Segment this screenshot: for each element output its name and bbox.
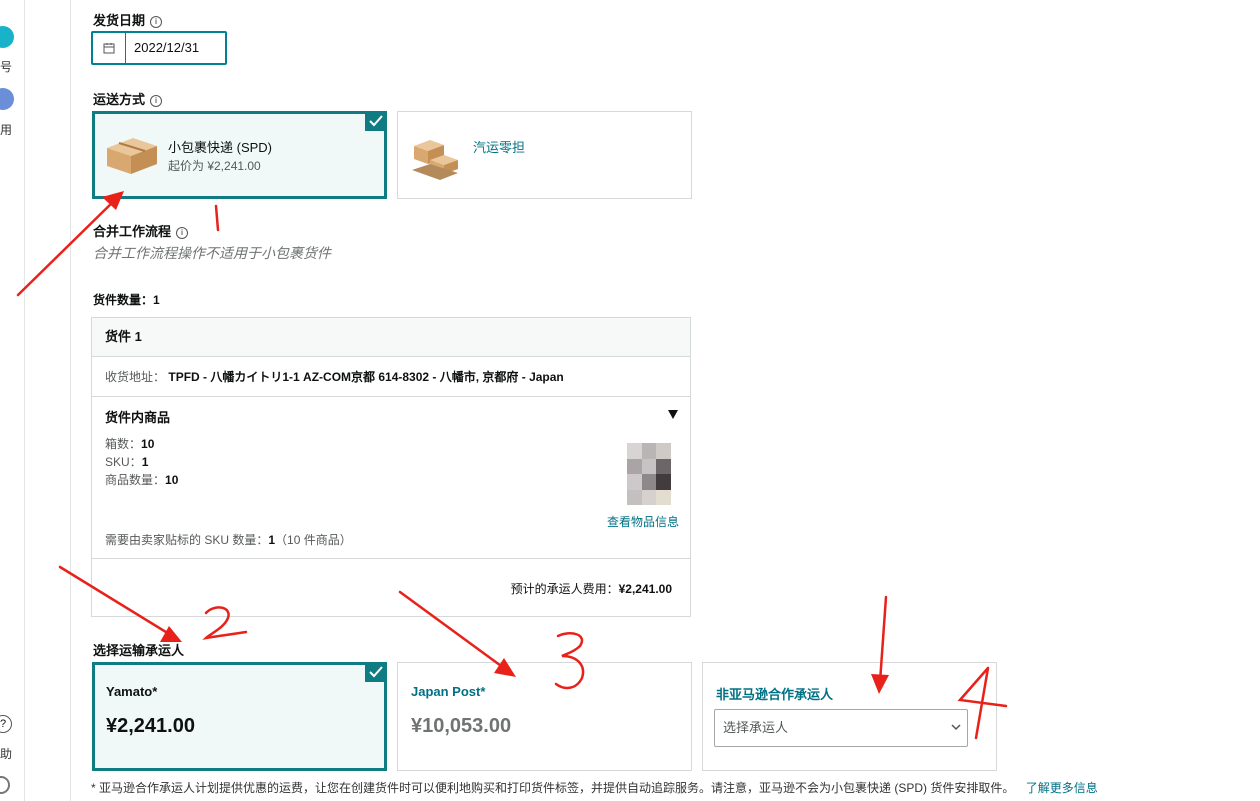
info-icon[interactable]: i	[150, 16, 163, 28]
ltl-option-card[interactable]: 汽运零担	[397, 111, 692, 199]
shipping-method-label: 运送方式	[93, 92, 146, 107]
checkmark-icon	[365, 662, 387, 682]
shipping-method-heading: 运送方式 i	[93, 89, 163, 108]
left-sidebar: 号 用 ? 助	[0, 0, 25, 801]
japan-post-price: ¥10,053.00	[411, 715, 512, 737]
shipment-count: 货件数量：1	[93, 291, 160, 308]
shipment-address: 收货地址： TPFD - 八幡カイトリ1-1 AZ-COM京都 614-8302…	[105, 368, 564, 385]
annotation-mark-1	[214, 204, 220, 232]
learn-more-link[interactable]: 了解更多信息	[1026, 781, 1098, 795]
contents-label: 货件内商品	[105, 410, 171, 425]
boxes-label: 箱数：	[105, 437, 142, 451]
estimate-label: 预计的承运人费用：	[510, 582, 619, 596]
japan-post-name: Japan Post*	[411, 684, 486, 699]
settings-icon[interactable]	[0, 776, 10, 794]
ship-date-label: 发货日期	[93, 13, 146, 28]
units-row: 商品数量：10	[105, 471, 178, 488]
yamato-carrier-card[interactable]: Yamato* ¥2,241.00	[92, 662, 387, 771]
spd-option-title: 小包裹快递 (SPD)	[168, 140, 273, 155]
sidebar-item-label[interactable]: 用	[0, 121, 12, 138]
pallet-boxes-icon	[412, 140, 458, 180]
labeling-suffix: （10 件商品）	[275, 533, 352, 547]
address-label: 收货地址：	[105, 370, 166, 384]
spd-option-card[interactable]: 小包裹快递 (SPD) 起价为 ¥2,241.00	[92, 111, 387, 199]
product-thumbnail[interactable]	[627, 443, 671, 505]
sku-value: 1	[141, 455, 149, 469]
footnote-text: * 亚马逊合作承运人计划提供优惠的运费，让您在创建货件时可以便利地购买和打印货件…	[91, 781, 1015, 795]
japan-post-carrier-card[interactable]: Japan Post* ¥10,053.00	[397, 662, 692, 771]
collapse-triangle-icon[interactable]	[668, 410, 678, 419]
labeling-label: 需要由卖家贴标的 SKU 数量：	[105, 533, 269, 547]
ltl-option-title[interactable]: 汽运零担	[473, 137, 525, 156]
help-icon[interactable]: ?	[0, 715, 12, 733]
workflow-heading: 合并工作流程 i	[93, 221, 189, 240]
units-label: 商品数量：	[105, 473, 166, 487]
partner-carrier-footnote: * 亚马逊合作承运人计划提供优惠的运费，让您在创建货件时可以便利地购买和打印货件…	[91, 779, 1098, 796]
sku-row: SKU：1	[105, 453, 148, 470]
units-value: 10	[165, 473, 179, 487]
carrier-select-placeholder: 选择承运人	[723, 720, 789, 735]
spd-option-subtitle: 起价为 ¥2,241.00	[168, 159, 261, 173]
content-left-border	[70, 0, 71, 801]
sku-label: SKU：	[105, 455, 142, 469]
divider	[92, 558, 690, 559]
non-partner-title: 非亚马逊合作承运人	[716, 687, 834, 702]
ship-date-value[interactable]: 2022/12/31	[126, 33, 199, 63]
yamato-name: Yamato*	[106, 684, 158, 699]
calendar-icon[interactable]	[93, 33, 126, 63]
sidebar-item-label[interactable]: 号	[0, 58, 12, 75]
boxes-row: 箱数：10	[105, 435, 154, 452]
info-icon[interactable]: i	[176, 227, 189, 239]
apps-icon[interactable]	[0, 88, 14, 110]
address-value: TPFD - 八幡カイトリ1-1 AZ-COM京都 614-8302 - 八幡市…	[168, 370, 564, 384]
divider	[92, 396, 690, 397]
estimate-value: ¥2,241.00	[618, 582, 672, 596]
workflow-label: 合并工作流程	[93, 224, 172, 239]
view-items-link[interactable]: 查看物品信息	[607, 513, 679, 530]
ship-date-input[interactable]: 2022/12/31	[91, 31, 227, 65]
shipment-title: 货件 1	[92, 318, 690, 357]
estimate-row: 预计的承运人费用：¥2,241.00	[511, 580, 672, 597]
labeling-row: 需要由卖家贴标的 SKU 数量：1（10 件商品）	[105, 531, 352, 548]
ship-date-heading: 发货日期 i	[93, 10, 163, 29]
carrier-heading: 选择运输承运人	[93, 643, 185, 658]
shipment-card: 货件 1 收货地址： TPFD - 八幡カイトリ1-1 AZ-COM京都 614…	[91, 317, 691, 617]
parcel-box-icon	[107, 138, 157, 174]
chevron-down-icon	[951, 724, 961, 731]
checkmark-icon	[365, 111, 387, 131]
workflow-note: 合并工作流程操作不适用于小包裹货件	[93, 245, 331, 261]
sidebar-help-label[interactable]: 助	[0, 745, 12, 762]
shipment-count-value: 1	[153, 293, 160, 307]
shipment-count-label: 货件数量：	[93, 293, 154, 307]
yamato-price: ¥2,241.00	[106, 715, 195, 737]
info-icon[interactable]: i	[150, 95, 163, 107]
boxes-value: 10	[141, 437, 155, 451]
carrier-select[interactable]: 选择承运人	[714, 709, 968, 747]
store-icon[interactable]	[0, 26, 14, 48]
